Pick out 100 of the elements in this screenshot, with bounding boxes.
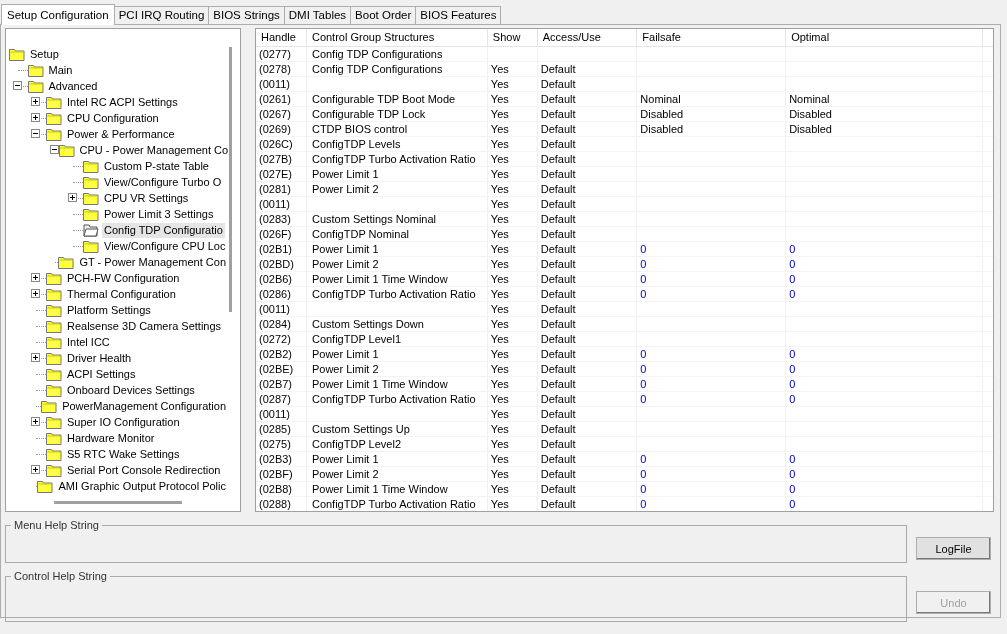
table-cell: Config TDP Configurations — [311, 62, 443, 75]
expand-icon[interactable] — [68, 193, 77, 202]
column-header[interactable]: Access/Use — [537, 29, 637, 47]
tree-item[interactable]: CPU VR Settings — [102, 190, 191, 206]
tree-item[interactable]: CPU - Power Management Co — [77, 142, 228, 158]
table-cell: Yes — [490, 62, 509, 75]
folder-icon — [46, 111, 62, 125]
table-cell: 0 — [789, 272, 796, 285]
tree-item[interactable]: Advanced — [46, 78, 100, 94]
table-cell: 0 — [640, 257, 647, 270]
tree-item[interactable]: AMI Graphic Output Protocol Polic — [56, 478, 228, 494]
folder-icon — [58, 143, 75, 157]
table-cell: Default — [540, 272, 576, 285]
scrollbar-thumb[interactable] — [54, 501, 182, 504]
folder-icon — [9, 47, 25, 61]
tree-item[interactable]: Main — [46, 62, 75, 78]
tree-item[interactable]: ACPI Settings — [65, 366, 138, 382]
table-cell: 0 — [640, 482, 647, 495]
expand-icon[interactable] — [31, 353, 40, 362]
table-cell: Power Limit 1 — [311, 242, 379, 255]
tree-item[interactable]: Platform Settings — [65, 302, 153, 318]
table-cell: Default — [540, 392, 576, 405]
tree-item[interactable]: S5 RTC Wake Settings — [65, 446, 182, 462]
table-cell: Default — [540, 122, 576, 135]
expand-icon[interactable] — [31, 417, 40, 426]
expand-icon[interactable] — [31, 273, 40, 282]
table-cell: Custom Settings Down — [311, 317, 424, 330]
table-cell: Default — [540, 182, 576, 195]
tab[interactable]: BIOS Strings — [208, 6, 285, 24]
tree-item[interactable]: GT - Power Management Con — [77, 254, 228, 270]
table-cell: Yes — [490, 167, 509, 180]
expand-icon[interactable] — [31, 289, 40, 298]
tree-item[interactable]: Driver Health — [65, 350, 134, 366]
group-label: Control Help String — [11, 570, 110, 582]
folder-icon — [46, 303, 62, 317]
table-cell: Yes — [490, 287, 509, 300]
table-cell: 0 — [789, 482, 796, 495]
expand-icon[interactable] — [31, 113, 40, 122]
table-cell: Yes — [490, 497, 509, 510]
tree-item[interactable]: Setup — [28, 46, 61, 62]
table-cell: Yes — [490, 92, 509, 105]
column-header[interactable]: Control Group Structures — [306, 29, 488, 47]
table-cell: Yes — [490, 197, 509, 210]
tree-item[interactable]: Config TDP Configuratio — [102, 222, 225, 238]
tree-item[interactable]: Super IO Configuration — [65, 414, 182, 430]
table-cell: 0 — [640, 467, 647, 480]
table-cell: Default — [540, 347, 576, 360]
table-cell: (0011) — [259, 197, 290, 210]
folder-icon — [46, 351, 62, 365]
tree-item[interactable]: PCH-FW Configuration — [65, 270, 182, 286]
tree-item[interactable]: Realsense 3D Camera Settings — [65, 318, 224, 334]
tree-item[interactable]: Hardware Monitor — [65, 430, 157, 446]
table-cell: Power Limit 1 Time Window — [311, 482, 448, 495]
tree-item[interactable]: Serial Port Console Redirection — [65, 462, 223, 478]
table-cell: Yes — [490, 377, 509, 390]
column-header[interactable]: Optimal — [785, 29, 982, 47]
table-cell: 0 — [789, 392, 796, 405]
table-cell: Yes — [490, 482, 509, 495]
tab[interactable]: BIOS Features — [415, 6, 502, 24]
table-cell: ConfigTDP Turbo Activation Ratio — [311, 392, 476, 405]
scrollbar-thumb[interactable] — [229, 47, 232, 312]
tree-item[interactable]: PowerManagement Configuration — [60, 398, 228, 414]
column-header[interactable]: Handle — [256, 29, 307, 47]
folder-icon — [46, 319, 62, 333]
table-cell: Default — [540, 497, 576, 510]
tree-item[interactable]: View/Configure Turbo O — [102, 174, 224, 190]
table-cell: Default — [540, 92, 576, 105]
tab[interactable]: PCI IRQ Routing — [113, 6, 210, 24]
table-cell: 0 — [789, 377, 796, 390]
table-cell: 0 — [789, 347, 796, 360]
tree-item[interactable]: Power & Performance — [65, 126, 177, 142]
table-cell: Yes — [490, 152, 509, 165]
tree-item[interactable]: Onboard Devices Settings — [65, 382, 197, 398]
table-cell: (02BE) — [259, 362, 294, 375]
tree-item[interactable]: Intel ICC — [65, 334, 112, 350]
table-cell: Default — [540, 467, 576, 480]
table-cell: CTDP BIOS control — [311, 122, 408, 135]
collapse-icon[interactable] — [31, 129, 40, 138]
tree-item[interactable]: Power Limit 3 Settings — [102, 206, 216, 222]
column-header[interactable]: Show — [487, 29, 538, 47]
column-header[interactable]: Failsafe — [636, 29, 786, 47]
tree-item[interactable]: View/Configure CPU Loc — [102, 238, 228, 254]
table-cell: (0272) — [259, 332, 291, 345]
tab[interactable]: Setup Configuration — [1, 4, 115, 25]
table-cell: (0285) — [259, 422, 291, 435]
table-cell: Yes — [490, 422, 509, 435]
tree-item[interactable]: CPU Configuration — [65, 110, 161, 126]
log-file-button[interactable]: LogFile — [916, 537, 991, 560]
folder-icon — [46, 463, 62, 477]
collapse-icon[interactable] — [49, 145, 59, 154]
tree-item[interactable]: Thermal Configuration — [65, 286, 178, 302]
expand-icon[interactable] — [31, 97, 40, 106]
expand-icon[interactable] — [31, 465, 40, 474]
tree-item[interactable]: Intel RC ACPI Settings — [65, 94, 180, 110]
table-cell: Default — [540, 452, 576, 465]
collapse-icon[interactable] — [12, 81, 22, 90]
table-cell: ConfigTDP Turbo Activation Ratio — [311, 497, 476, 510]
folder-icon — [46, 287, 62, 301]
table-cell: Default — [540, 407, 576, 420]
tree-item[interactable]: Custom P-state Table — [102, 158, 211, 174]
